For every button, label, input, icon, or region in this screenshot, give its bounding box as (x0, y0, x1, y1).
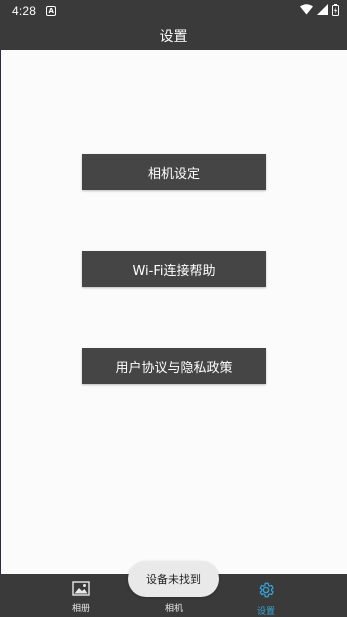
nav-label-camera: 相机 (164, 604, 183, 614)
privacy-policy-button[interactable]: 用户协议与隐私政策 (82, 348, 266, 384)
wifi-help-button[interactable]: Wi-Fi连接帮助 (82, 251, 266, 287)
page-title: 设置 (159, 29, 188, 45)
status-bar: 4:28 A (0, 0, 347, 22)
gear-icon (257, 581, 275, 603)
battery-icon (332, 3, 339, 19)
app-bar: 设置 (0, 22, 347, 50)
wifi-icon (300, 4, 313, 18)
status-time: 4:28 (12, 4, 37, 18)
left-edge-divider (0, 50, 1, 574)
signal-icon (317, 4, 328, 18)
camera-settings-button[interactable]: 相机设定 (82, 154, 266, 190)
image-icon (72, 581, 90, 600)
nav-label-album: 相册 (71, 604, 90, 614)
a-badge-icon: A (46, 6, 57, 16)
status-icons (300, 3, 339, 19)
nav-label-settings: 设置 (256, 607, 275, 617)
toast-message: 设备未找到 (128, 561, 219, 597)
nav-item-album[interactable]: 相册 (51, 574, 111, 617)
nav-item-settings[interactable]: 设置 (236, 574, 296, 617)
